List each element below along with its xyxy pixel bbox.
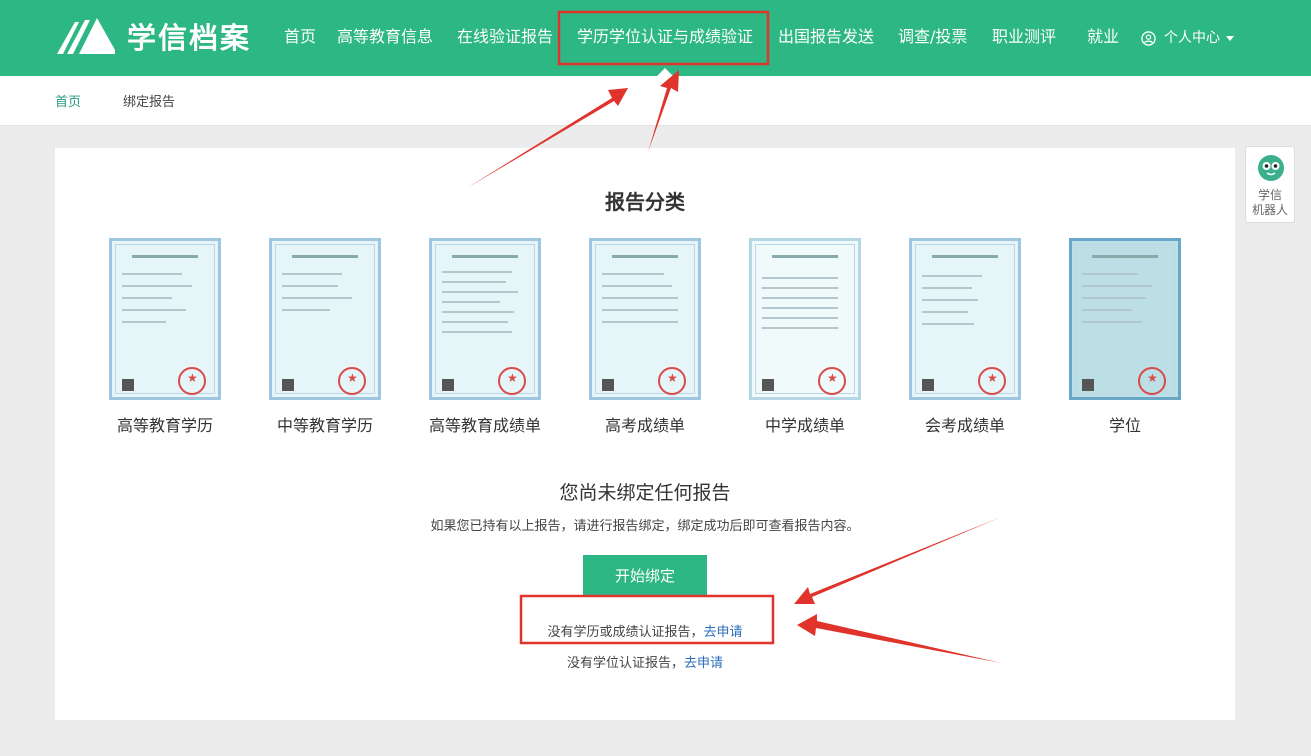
top-nav-bar: 学信档案 首页 高等教育信息 在线验证报告 学历学位认证与成绩验证 出国报告发送… <box>0 0 1311 76</box>
report-thumbnail <box>909 238 1021 400</box>
report-label: 会考成绩单 <box>924 416 1005 435</box>
report-thumbnail <box>749 238 861 400</box>
report-thumbnail <box>589 238 701 400</box>
logo-text: 学信档案 <box>127 21 252 55</box>
bind-report-panel: 报告分类 高等教育学历 中等教育学历 高等教育成绩单 高考成绩单 中学成绩单 会… <box>55 148 1235 720</box>
logo[interactable]: 学信档案 <box>55 14 251 58</box>
nav-overseas-report[interactable]: 出国报告发送 <box>778 0 874 76</box>
robot-icon <box>1258 155 1284 181</box>
apply-education-link[interactable]: 去申请 <box>704 625 743 640</box>
apply-education-line: 没有学历或成绩认证报告，去申请 <box>55 621 1235 640</box>
report-thumbnail <box>429 238 541 400</box>
report-label: 中学成绩单 <box>764 416 845 435</box>
nav-higher-education-info[interactable]: 高等教育信息 <box>337 0 433 76</box>
report-label: 高等教育成绩单 <box>428 416 541 435</box>
report-label: 学位 <box>1108 416 1141 435</box>
breadcrumb: 首页 绑定报告 <box>0 76 1311 126</box>
nav-career-test[interactable]: 职业测评 <box>992 0 1056 76</box>
report-label: 中等教育学历 <box>276 416 373 435</box>
report-label: 高考成绩单 <box>604 416 685 435</box>
nav-employment[interactable]: 就业 <box>1087 0 1119 76</box>
apply-degree-link[interactable]: 去申请 <box>684 656 723 671</box>
nav-survey-vote[interactable]: 调查/投票 <box>898 0 967 76</box>
report-thumbnail <box>269 238 381 400</box>
breadcrumb-current: 绑定报告 <box>123 95 176 110</box>
user-center-label: 个人中心 <box>1164 30 1220 46</box>
nav-home[interactable]: 首页 <box>284 0 316 76</box>
start-binding-button[interactable]: 开始绑定 <box>583 555 707 597</box>
robot-label: 学信 机器人 <box>1246 188 1294 218</box>
empty-state-description: 如果您已持有以上报告，请进行报告绑定，绑定成功后即可查看报告内容。 <box>430 519 860 534</box>
logo-icon <box>57 18 115 54</box>
user-icon <box>1141 30 1156 46</box>
no-degree-report-text: 没有学位认证报告， <box>566 656 684 671</box>
report-thumbnail <box>109 238 221 400</box>
empty-state-title: 您尚未绑定任何报告 <box>559 482 731 504</box>
report-label: 高等教育学历 <box>116 416 213 435</box>
apply-degree-line: 没有学位认证报告，去申请 <box>55 652 1235 671</box>
active-nav-pointer <box>657 68 673 76</box>
section-title: 报告分类 <box>605 190 685 214</box>
nav-online-verification-report[interactable]: 在线验证报告 <box>457 0 553 76</box>
robot-label-line2: 机器人 <box>1251 203 1288 217</box>
nav-degree-certification[interactable]: 学历学位认证与成绩验证 <box>577 0 753 76</box>
chat-robot-widget[interactable]: 学信 机器人 <box>1245 146 1295 223</box>
user-center-menu[interactable]: 个人中心 <box>1141 0 1234 76</box>
report-thumbnail <box>1069 238 1181 400</box>
robot-label-line1: 学信 <box>1257 188 1282 202</box>
chevron-down-icon <box>1226 35 1234 41</box>
breadcrumb-home[interactable]: 首页 <box>55 91 81 110</box>
no-education-report-text: 没有学历或成绩认证报告， <box>547 625 704 640</box>
